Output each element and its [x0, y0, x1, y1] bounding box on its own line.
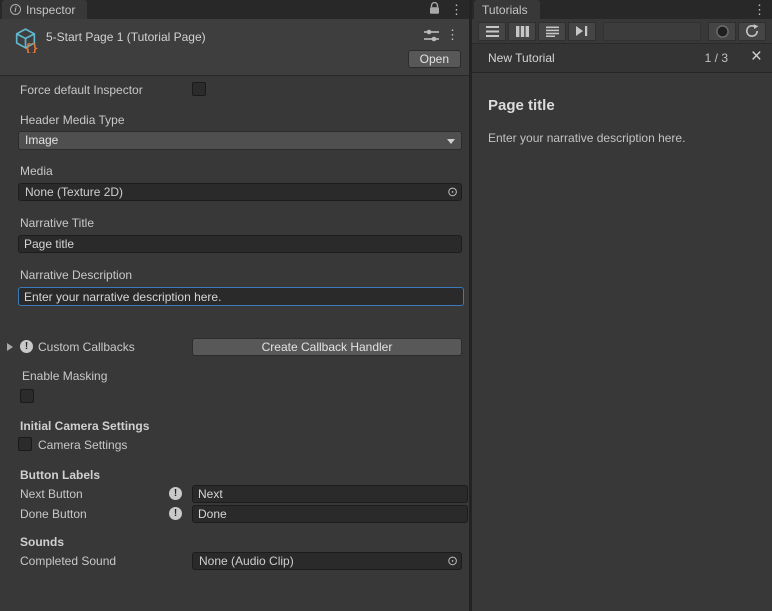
completed-sound-value: None (Audio Clip): [199, 554, 294, 568]
tutorials-panel: Tutorials ⋮ New Tutorial 1 / 3 × Pa: [472, 0, 772, 611]
presets-icon[interactable]: [424, 29, 439, 45]
object-picker-icon[interactable]: ⊙: [447, 185, 458, 199]
tab-inspector-label: Inspector: [26, 3, 75, 17]
next-button-input[interactable]: [192, 485, 468, 503]
inspector-header: {} 5-Start Page 1 (Tutorial Page) ⋮ Open: [0, 19, 469, 76]
preview-circle-icon[interactable]: [708, 22, 736, 41]
header-media-type-label: Header Media Type: [20, 112, 125, 128]
tutorial-header-bar: New Tutorial 1 / 3 ×: [472, 44, 772, 73]
lock-icon[interactable]: [429, 2, 440, 18]
force-default-inspector-label: Force default Inspector: [20, 82, 143, 98]
inspector-tabstrip: i Inspector ⋮: [0, 0, 469, 19]
chevron-down-icon: [447, 139, 455, 144]
button-labels-heading: Button Labels: [20, 467, 100, 483]
toolbar-empty-field: [603, 22, 701, 41]
sounds-heading: Sounds: [20, 534, 64, 550]
header-media-type-dropdown[interactable]: Image: [18, 131, 462, 150]
open-button[interactable]: Open: [408, 50, 461, 68]
page-indicator: 1 / 3: [705, 51, 728, 65]
completed-sound-object-field[interactable]: None (Audio Clip) ⊙: [192, 552, 462, 570]
media-label: Media: [20, 163, 53, 179]
done-button-input[interactable]: [192, 505, 468, 523]
kebab-menu-icon[interactable]: ⋮: [450, 0, 463, 19]
inspector-panel: i Inspector ⋮ {} 5-Start Page 1 (Tutoria…: [0, 0, 469, 611]
tutorial-content: Page title Enter your narrative descript…: [472, 73, 772, 161]
tab-tutorials[interactable]: Tutorials: [474, 0, 540, 19]
info-icon: i: [10, 4, 21, 15]
narrative-description-input[interactable]: [18, 287, 464, 306]
asset-title: 5-Start Page 1 (Tutorial Page): [46, 30, 206, 44]
refresh-icon[interactable]: [738, 22, 766, 41]
media-object-field[interactable]: None (Texture 2D) ⊙: [18, 183, 462, 201]
narrative-description-label: Narrative Description: [20, 267, 132, 283]
tutorial-title: New Tutorial: [488, 51, 555, 65]
camera-settings-checkbox[interactable]: [18, 437, 32, 451]
enable-masking-checkbox[interactable]: [20, 389, 34, 403]
create-callback-handler-button[interactable]: Create Callback Handler: [192, 338, 462, 356]
header-media-type-value: Image: [25, 133, 58, 147]
narrative-title-label: Narrative Title: [20, 215, 94, 231]
object-picker-icon[interactable]: ⊙: [447, 554, 458, 568]
kebab-menu-icon[interactable]: ⋮: [446, 25, 459, 44]
tutorial-page-title: Page title: [488, 97, 756, 114]
camera-settings-label: Camera Settings: [38, 437, 127, 453]
warning-icon: !: [169, 487, 182, 500]
skip-to-end-icon[interactable]: [568, 22, 596, 41]
list-view-icon[interactable]: [478, 22, 506, 41]
narrative-title-input[interactable]: [18, 235, 462, 253]
media-object-value: None (Texture 2D): [25, 185, 123, 199]
tab-inspector[interactable]: i Inspector: [2, 0, 87, 19]
warning-icon: !: [169, 507, 182, 520]
tab-tutorials-label: Tutorials: [482, 3, 528, 17]
tutorials-toolbar: [472, 19, 772, 44]
column-view-icon[interactable]: [508, 22, 536, 41]
next-button-label: Next Button: [20, 486, 83, 502]
completed-sound-label: Completed Sound: [20, 553, 116, 569]
done-button-label: Done Button: [20, 506, 87, 522]
custom-callbacks-label: Custom Callbacks: [38, 339, 135, 355]
enable-masking-label: Enable Masking: [22, 368, 107, 384]
tutorials-tabstrip: Tutorials ⋮: [472, 0, 772, 19]
svg-text:{}: {}: [24, 41, 38, 53]
detail-view-icon[interactable]: [538, 22, 566, 41]
initial-camera-settings-heading: Initial Camera Settings: [20, 418, 149, 434]
close-icon[interactable]: ×: [751, 46, 762, 68]
tutorial-page-description: Enter your narrative description here.: [488, 131, 756, 145]
foldout-arrow-icon[interactable]: [7, 343, 13, 351]
kebab-menu-icon[interactable]: ⋮: [753, 0, 766, 19]
warning-icon: !: [20, 340, 33, 353]
tutorial-page-asset-icon: {}: [12, 26, 39, 56]
force-default-inspector-checkbox[interactable]: [192, 82, 206, 96]
